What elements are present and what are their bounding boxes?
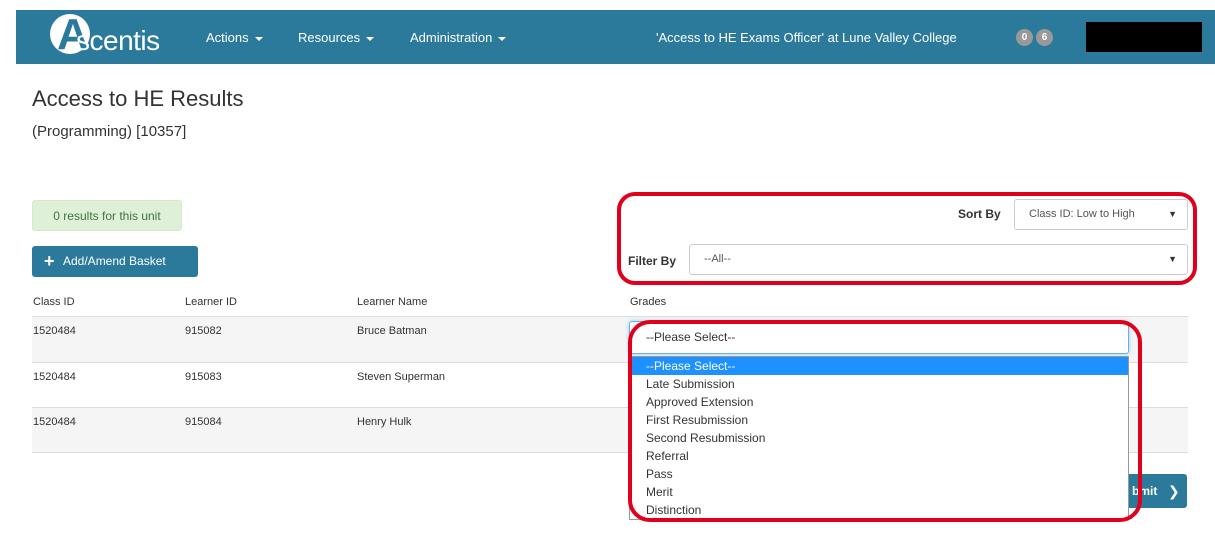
user-menu-redacted[interactable] — [1086, 22, 1202, 52]
cell-learner-name: Steven Superman — [357, 371, 446, 383]
chevron-right-icon: ❯ — [1168, 483, 1180, 499]
column-header-learner-name: Learner Name — [357, 296, 428, 308]
cell-learner-id: 915082 — [185, 325, 222, 337]
nav-resources-label: Resources — [298, 30, 361, 45]
nav-resources[interactable]: Resources — [298, 30, 375, 45]
top-navbar: A scentis Actions Resources Administrati… — [16, 10, 1215, 64]
message-badge[interactable]: 6 — [1036, 29, 1053, 46]
column-header-class-id: Class ID — [33, 296, 75, 308]
plus-icon: + — [44, 251, 55, 271]
cell-learner-name: Bruce Batman — [357, 325, 427, 337]
caret-down-icon — [498, 36, 507, 41]
column-header-learner-id: Learner ID — [185, 296, 237, 308]
highlight-annotation-grades — [628, 320, 1142, 522]
caret-down-icon — [366, 36, 375, 41]
page-title: Access to HE Results — [32, 86, 244, 111]
logo-text: scentis — [76, 25, 160, 56]
current-role[interactable]: 'Access to HE Exams Officer' at Lune Val… — [656, 30, 957, 45]
cell-learner-id: 915084 — [185, 416, 222, 428]
cell-class-id: 1520484 — [33, 325, 76, 337]
notification-badge[interactable]: 0 — [1016, 29, 1033, 46]
add-amend-basket-button[interactable]: + Add/Amend Basket — [32, 246, 198, 277]
add-amend-basket-label: Add/Amend Basket — [63, 254, 166, 268]
cell-class-id: 1520484 — [33, 416, 76, 428]
cell-class-id: 1520484 — [33, 371, 76, 383]
nav-actions[interactable]: Actions — [206, 30, 263, 45]
nav-actions-label: Actions — [206, 30, 249, 45]
page-subtitle: (Programming) [10357] — [32, 123, 187, 140]
highlight-annotation-sort-filter — [617, 192, 1197, 285]
nav-administration[interactable]: Administration — [410, 30, 507, 45]
nav-administration-label: Administration — [410, 30, 493, 45]
results-count-alert: 0 results for this unit — [32, 200, 182, 231]
column-header-grades: Grades — [630, 296, 667, 308]
caret-down-icon — [254, 36, 263, 41]
cell-learner-name: Henry Hulk — [357, 416, 412, 428]
cell-learner-id: 915083 — [185, 371, 222, 383]
